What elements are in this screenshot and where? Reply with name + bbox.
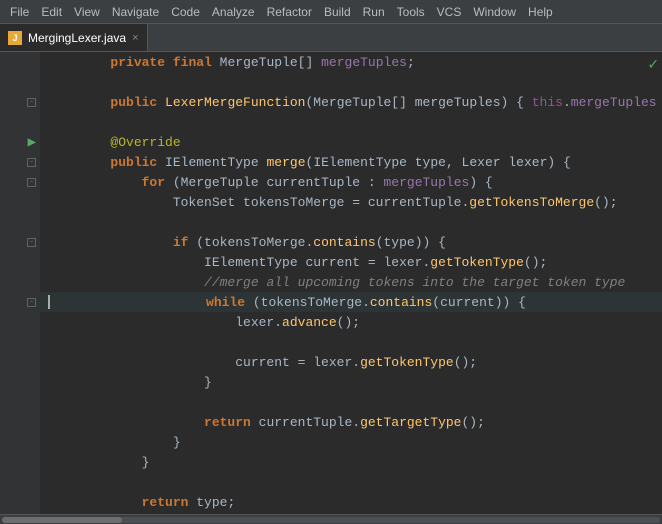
- fold-icon-while[interactable]: -: [27, 298, 36, 307]
- code-line-22: [40, 472, 662, 492]
- code-line-5: @Override: [40, 132, 662, 152]
- code-line-8: TokenSet tokensToMerge = currentTuple.ge…: [40, 192, 662, 212]
- menu-edit[interactable]: Edit: [35, 3, 68, 21]
- horizontal-scrollbar[interactable]: [0, 514, 662, 524]
- code-text-6: public IElementType merge(IElementType t…: [48, 155, 571, 170]
- code-text-8: TokenSet tokensToMerge = currentTuple.ge…: [48, 195, 618, 210]
- code-line-20: }: [40, 432, 662, 452]
- fold-icon-if[interactable]: -: [27, 238, 36, 247]
- code-text-7: for (MergeTuple currentTuple : mergeTupl…: [48, 175, 493, 190]
- gutter-line-5: ▶: [0, 132, 38, 152]
- code-text-20: }: [48, 435, 181, 450]
- code-text-12: //merge all upcoming tokens into the tar…: [48, 275, 625, 290]
- code-line-14: lexer.advance();: [40, 312, 662, 332]
- run-indicator[interactable]: ▶: [28, 134, 36, 151]
- gutter-line-23: [0, 492, 38, 512]
- menu-run[interactable]: Run: [357, 3, 391, 21]
- code-line-3: public LexerMergeFunction(MergeTuple[] m…: [40, 92, 662, 112]
- gutter-line-22: [0, 472, 38, 492]
- code-text-11: IElementType current = lexer.getTokenTyp…: [48, 255, 547, 270]
- code-text-17: }: [48, 375, 212, 390]
- gutter-line-9: [0, 212, 38, 232]
- code-text-19: return currentTuple.getTargetType();: [48, 415, 485, 430]
- code-line-17: }: [40, 372, 662, 392]
- gutter-line-10: -: [0, 232, 38, 252]
- code-line-10: if (tokensToMerge.contains(type)) {: [40, 232, 662, 252]
- gutter-line-3: -: [0, 92, 38, 112]
- code-line-11: IElementType current = lexer.getTokenTyp…: [40, 252, 662, 272]
- menu-file[interactable]: File: [4, 3, 35, 21]
- java-file-icon: J: [8, 31, 22, 45]
- gutter-line-18: [0, 392, 38, 412]
- gutter-line-16: [0, 352, 38, 372]
- gutter-line-19: [0, 412, 38, 432]
- menu-analyze[interactable]: Analyze: [206, 3, 261, 21]
- menu-build[interactable]: Build: [318, 3, 357, 21]
- code-text-5: @Override: [48, 135, 181, 150]
- line-gutter: - ▶ - - - -: [0, 52, 40, 514]
- menu-tools[interactable]: Tools: [391, 3, 431, 21]
- menu-window[interactable]: Window: [467, 3, 522, 21]
- gutter-line-6: -: [0, 152, 38, 172]
- code-line-23: return type;: [40, 492, 662, 512]
- gutter-line-20: [0, 432, 38, 452]
- menu-help[interactable]: Help: [522, 3, 559, 21]
- gutter-line-14: [0, 312, 38, 332]
- code-line-15: [40, 332, 662, 352]
- code-text-1: private final MergeTuple[] mergeTuples;: [48, 55, 415, 70]
- menu-refactor[interactable]: Refactor: [261, 3, 318, 21]
- gutter-line-2: [0, 72, 38, 92]
- code-text-13: while (tokensToMerge.contains(current)) …: [50, 295, 526, 310]
- editor-container: - ▶ - - - -: [0, 52, 662, 514]
- gutter-line-17: [0, 372, 38, 392]
- code-line-16: current = lexer.getTokenType();: [40, 352, 662, 372]
- code-line-21: }: [40, 452, 662, 472]
- code-line-12: //merge all upcoming tokens into the tar…: [40, 272, 662, 292]
- code-line-13: while (tokensToMerge.contains(current)) …: [40, 292, 662, 312]
- code-text-21: }: [48, 455, 149, 470]
- gutter-line-11: [0, 252, 38, 272]
- gutter-line-21: [0, 452, 38, 472]
- fold-icon-for[interactable]: -: [27, 178, 36, 187]
- menu-code[interactable]: Code: [165, 3, 206, 21]
- tab-close-button[interactable]: ×: [132, 32, 138, 44]
- scrollbar-thumb[interactable]: [2, 517, 122, 523]
- menu-vcs[interactable]: VCS: [431, 3, 468, 21]
- menu-navigate[interactable]: Navigate: [106, 3, 165, 21]
- menubar: File Edit View Navigate Code Analyze Ref…: [0, 0, 662, 24]
- code-line-2: [40, 72, 662, 92]
- fold-icon-constructor[interactable]: -: [27, 98, 36, 107]
- gutter-line-1: [0, 52, 38, 72]
- code-line-9: [40, 212, 662, 232]
- code-text-23: return type;: [48, 495, 235, 510]
- code-line-24: }: [40, 512, 662, 514]
- gutter-line-12: [0, 272, 38, 292]
- gutter-line-13: -: [0, 292, 38, 312]
- code-line-6: public IElementType merge(IElementType t…: [40, 152, 662, 172]
- code-editor[interactable]: ✓ private final MergeTuple[] mergeTuples…: [40, 52, 662, 514]
- gutter-line-4: [0, 112, 38, 132]
- code-line-18: [40, 392, 662, 412]
- tab-label: MergingLexer.java: [28, 31, 126, 45]
- code-text-10: if (tokensToMerge.contains(type)) {: [48, 235, 446, 250]
- code-line-1: private final MergeTuple[] mergeTuples;: [40, 52, 662, 72]
- code-text-16: current = lexer.getTokenType();: [48, 355, 477, 370]
- tabbar: J MergingLexer.java ×: [0, 24, 662, 52]
- menu-view[interactable]: View: [68, 3, 106, 21]
- code-line-7: for (MergeTuple currentTuple : mergeTupl…: [40, 172, 662, 192]
- scrollbar-track[interactable]: [2, 517, 660, 523]
- code-text-3: public LexerMergeFunction(MergeTuple[] m…: [48, 95, 662, 110]
- tab-merging-lexer[interactable]: J MergingLexer.java ×: [0, 24, 148, 51]
- code-line-4: [40, 112, 662, 132]
- fold-icon-merge[interactable]: -: [27, 158, 36, 167]
- code-line-19: return currentTuple.getTargetType();: [40, 412, 662, 432]
- gutter-line-8: [0, 192, 38, 212]
- gutter-line-7: -: [0, 172, 38, 192]
- gutter-line-15: [0, 332, 38, 352]
- code-text-14: lexer.advance();: [48, 315, 360, 330]
